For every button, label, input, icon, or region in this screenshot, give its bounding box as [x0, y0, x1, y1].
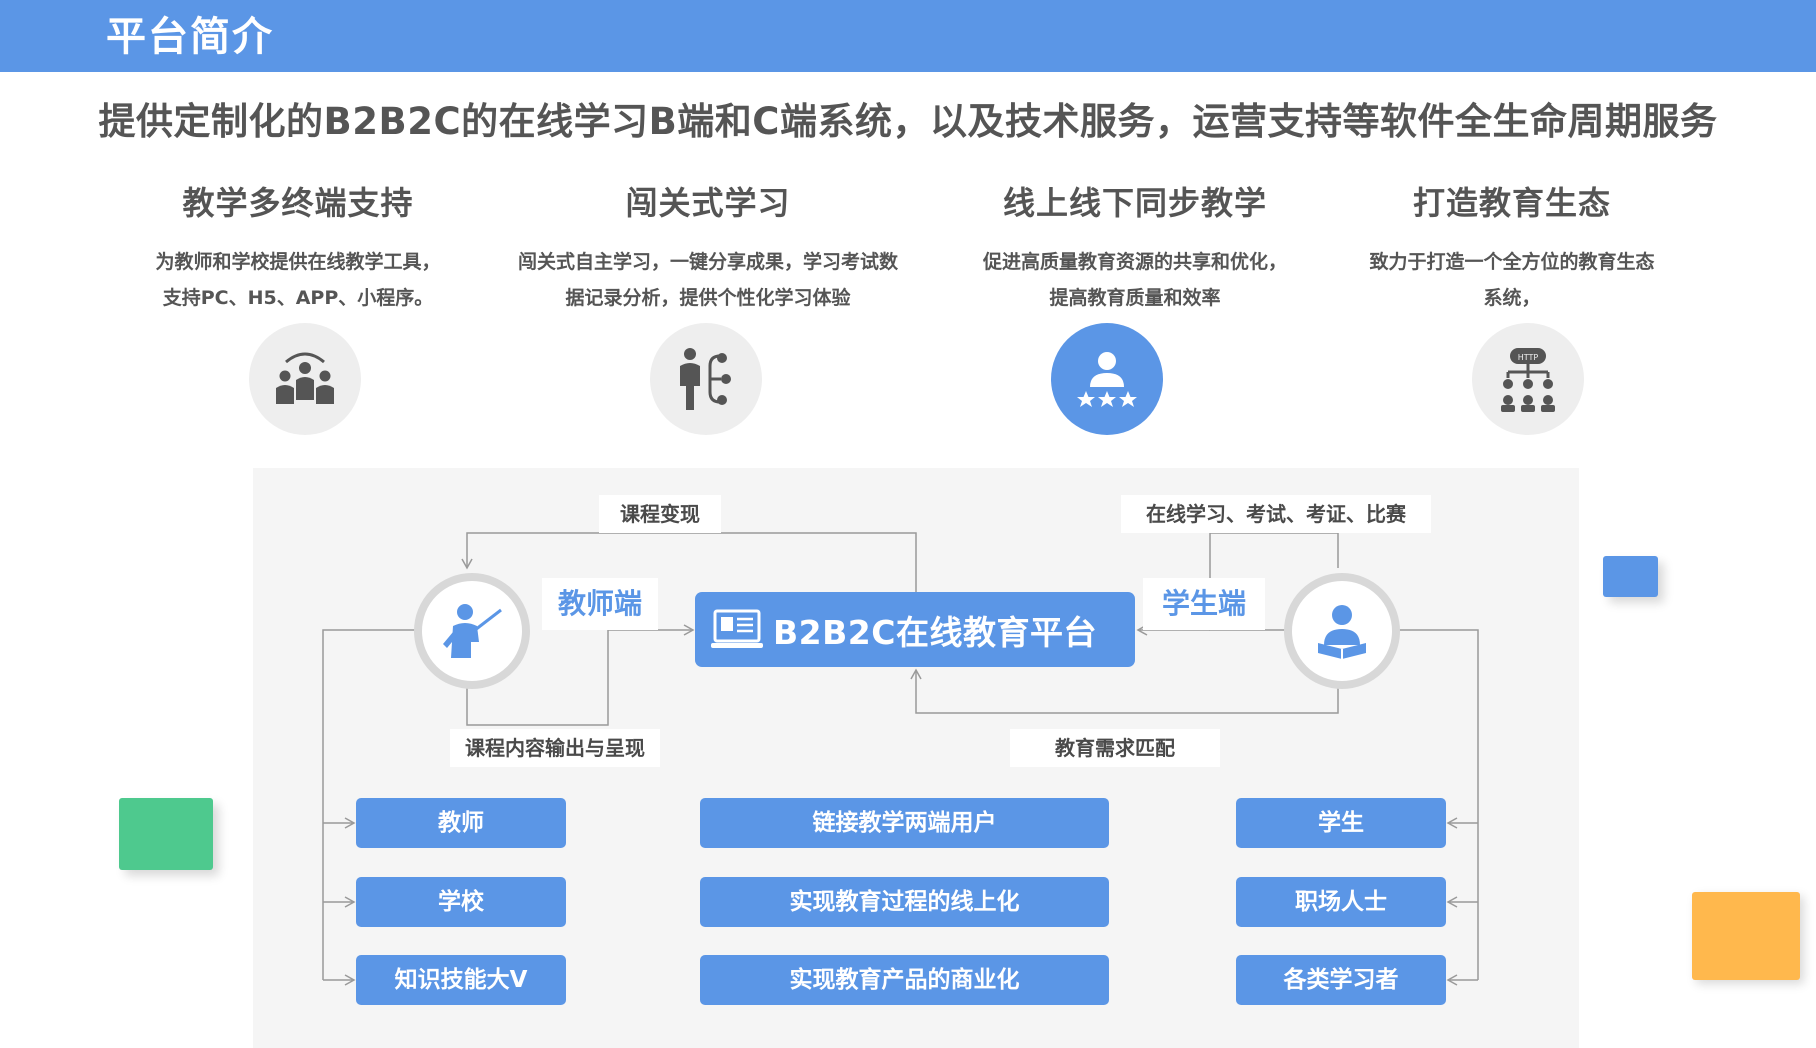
pill-knowledge-influencer: 知识技能大V — [356, 955, 566, 1005]
label-course-monetization: 课程变现 — [599, 495, 721, 533]
pill-commercialization: 实现教育产品的商业化 — [700, 955, 1109, 1005]
label-online-learning-exams: 在线学习、考试、考证、比赛 — [1121, 495, 1431, 533]
platform-title: B2B2C在线教育平台 — [773, 612, 1097, 652]
platform-box: B2B2C在线教育平台 — [695, 592, 1135, 667]
pill-teacher: 教师 — [356, 798, 566, 848]
label-demand-matching: 教育需求匹配 — [1010, 729, 1220, 767]
teacher-end-label: 教师端 — [542, 578, 658, 630]
pill-connect-users: 链接教学两端用户 — [700, 798, 1109, 848]
student-end-label: 学生端 — [1143, 578, 1265, 630]
pill-professionals: 职场人士 — [1236, 877, 1446, 927]
decorative-orange-square — [1692, 892, 1800, 980]
pill-online-process: 实现教育过程的线上化 — [700, 877, 1109, 927]
presentation-screen-icon — [711, 609, 763, 651]
teacher-icon — [414, 573, 530, 689]
student-reading-icon — [1284, 573, 1400, 689]
pill-learners: 各类学习者 — [1236, 955, 1446, 1005]
decorative-blue-square — [1603, 556, 1658, 597]
decorative-green-square — [119, 798, 213, 870]
label-content-output: 课程内容输出与呈现 — [450, 729, 660, 767]
pill-student: 学生 — [1236, 798, 1446, 848]
pill-school: 学校 — [356, 877, 566, 927]
